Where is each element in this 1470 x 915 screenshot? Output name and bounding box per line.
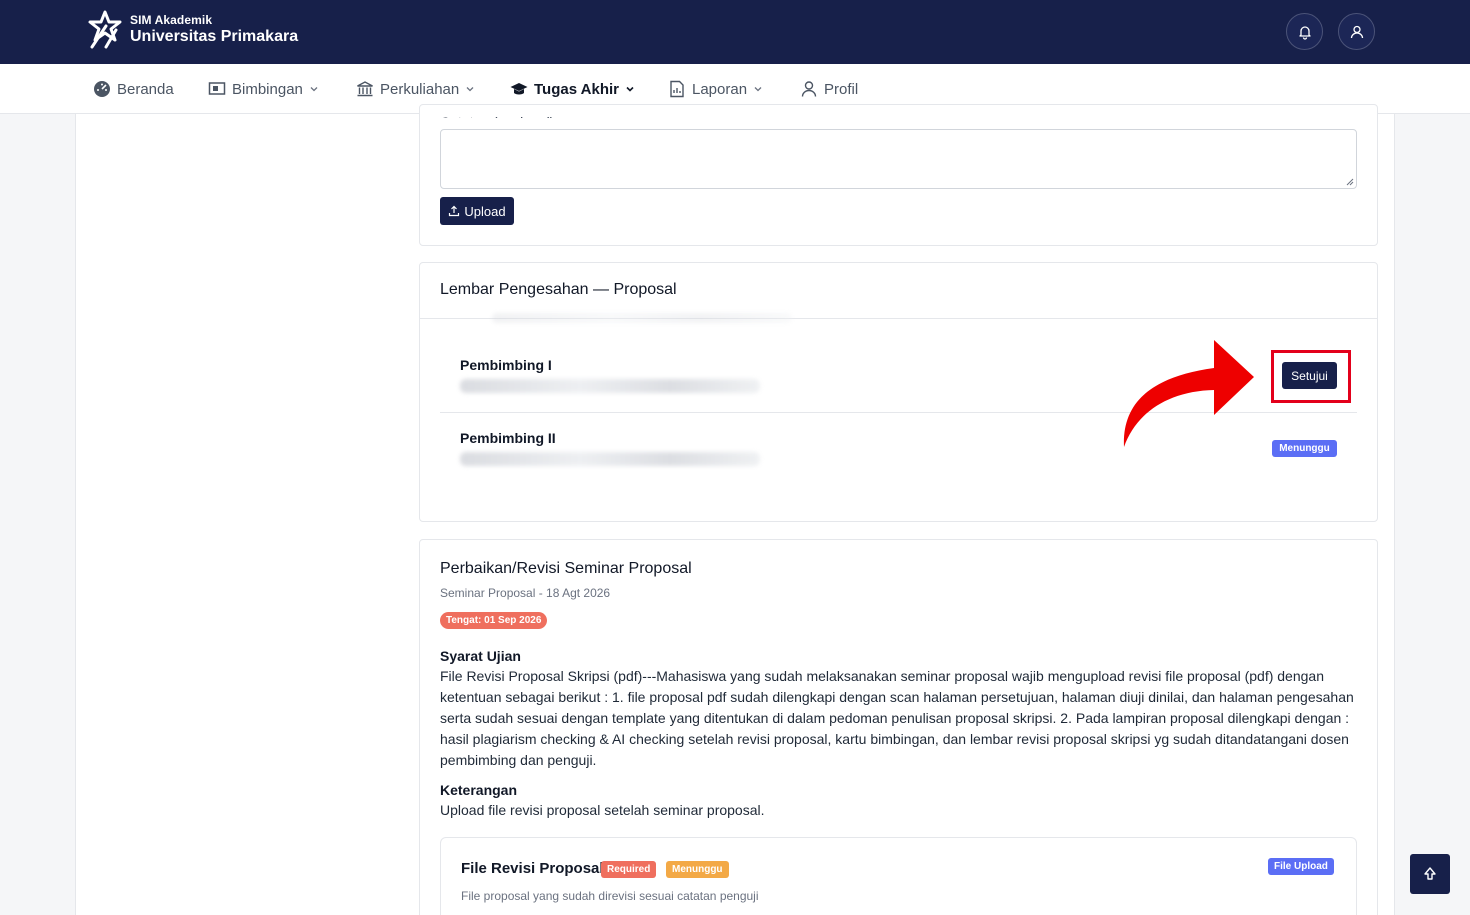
nav-label: Laporan (692, 80, 748, 98)
user-icon (801, 81, 817, 97)
highlight-box (1271, 350, 1351, 403)
presentation-icon (208, 82, 226, 95)
bell-icon (1298, 25, 1311, 40)
chevron-down-icon (466, 87, 474, 92)
university-logo-icon (88, 10, 122, 49)
notes-heading: Keterangan (440, 782, 518, 798)
required-badge: Required (601, 861, 657, 878)
approval-title: Lembar Pengesahan — Proposal (440, 281, 677, 298)
brand-title: Universitas Primakara (130, 28, 299, 45)
file-status-badge: Menunggu (666, 861, 729, 878)
annotation-arrow-icon (1123, 340, 1254, 447)
report-icon (670, 80, 684, 98)
nav-label: Profil (824, 80, 859, 98)
upload-icon (449, 205, 460, 217)
file-item-description: File proposal yang sudah direvisi sesuai… (461, 889, 759, 903)
dashboard-icon (94, 81, 110, 97)
back-to-top-button[interactable] (1410, 854, 1450, 894)
advisor-2-status-badge: Menunggu (1272, 440, 1337, 457)
brand[interactable]: SIM Akademik Universitas Primakara (86, 10, 298, 50)
redacted-text (492, 313, 792, 323)
account-button[interactable] (1338, 13, 1375, 50)
upload-button-label: Upload (464, 203, 506, 219)
chevron-down-icon (754, 87, 762, 92)
requirements-text: File Revisi Proposal Skripsi (pdf)---Mah… (440, 668, 1354, 768)
upload-button[interactable]: Upload (440, 197, 514, 225)
graduation-cap-icon (510, 83, 528, 95)
chevron-down-icon (310, 87, 318, 92)
advisor-2-role: Pembimbing II (460, 430, 556, 446)
advisor-2-name-redacted (460, 452, 760, 466)
resize-handle-icon[interactable] (1346, 178, 1354, 186)
revision-subtitle: Seminar Proposal - 18 Agt 2026 (440, 586, 611, 600)
nav-beranda[interactable]: Beranda (93, 64, 174, 114)
notes-text: Upload file revisi proposal setelah semi… (440, 802, 765, 818)
file-type-badge: File Upload (1268, 858, 1334, 875)
notes-textarea[interactable] (440, 129, 1357, 189)
brand-text: SIM Akademik Universitas Primakara (130, 13, 298, 47)
deadline-badge: Tengat: 01 Sep 2026 (440, 612, 548, 629)
brand-subtitle: SIM Akademik (130, 13, 213, 27)
advisor-1-role: Pembimbing I (460, 357, 552, 373)
nav-bimbingan[interactable]: Bimbingan (208, 64, 319, 114)
advisor-1-name-redacted (460, 379, 760, 393)
file-item-title: File Revisi Proposal (461, 860, 604, 877)
nav-label: Tugas Akhir (534, 80, 620, 98)
nav-label: Perkuliahan (380, 80, 460, 98)
nav-label: Beranda (117, 80, 174, 98)
user-icon (1350, 25, 1363, 38)
notifications-button[interactable] (1286, 13, 1323, 50)
building-icon (357, 81, 373, 97)
arrow-up-icon (1424, 867, 1436, 880)
chevron-down-icon (626, 86, 634, 92)
requirements-heading: Syarat Ujian (440, 648, 521, 664)
notes-label: Catatan (opsional) (440, 114, 554, 118)
nav-label: Bimbingan (232, 80, 303, 98)
top-header: SIM Akademik Universitas Primakara (0, 0, 1470, 64)
revision-title: Perbaikan/Revisi Seminar Proposal (440, 560, 692, 577)
